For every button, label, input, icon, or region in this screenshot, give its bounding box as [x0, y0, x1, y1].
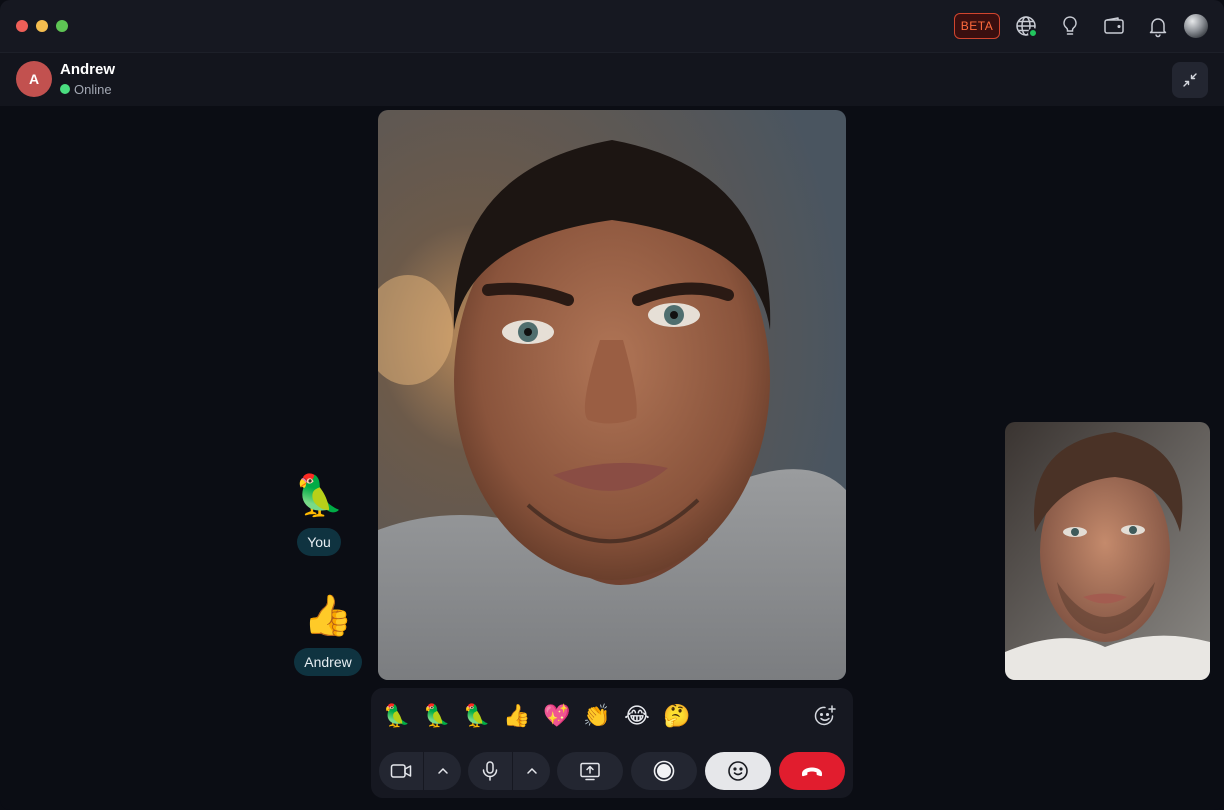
reactions-button[interactable] [705, 752, 771, 790]
contact-name: Andrew [60, 61, 116, 78]
microphone-options-button[interactable] [513, 752, 550, 790]
connection-status-dot [1028, 28, 1038, 38]
minimize-call-button[interactable] [1172, 62, 1208, 98]
close-window-button[interactable] [16, 20, 28, 32]
reaction-sender-label: You [297, 528, 341, 556]
record-icon [653, 760, 675, 782]
emoji-reaction-button[interactable]: 🦜 [419, 698, 455, 734]
emoji-reaction-button[interactable]: 🤔 [659, 698, 695, 734]
reaction-andrew: 👍 Andrew [294, 594, 362, 676]
wallet-icon[interactable] [1102, 14, 1126, 38]
share-screen-button[interactable] [557, 752, 623, 790]
contact-avatar: A [16, 61, 52, 97]
online-status-dot [60, 84, 70, 94]
reaction-sender-label: Andrew [294, 648, 362, 676]
profile-avatar[interactable] [1184, 14, 1208, 38]
emoji-reaction-button[interactable]: 👏 [579, 698, 615, 734]
self-video [1005, 422, 1210, 680]
maximize-window-button[interactable] [56, 20, 68, 32]
reaction-you: 🦜 You [294, 474, 344, 556]
lightbulb-icon[interactable] [1058, 14, 1082, 38]
microphone-icon [482, 761, 498, 781]
camera-options-button[interactable] [424, 752, 461, 790]
reaction-emoji: 👍 [303, 594, 353, 638]
add-reaction-icon[interactable] [811, 702, 839, 730]
video-camera-icon [390, 764, 412, 778]
emoji-reaction-button[interactable]: 💖 [539, 698, 575, 734]
remote-video [378, 110, 846, 680]
call-controls-dock: 🦜 🦜 🦜 👍 💖 👏 😂 🤔 [371, 688, 853, 798]
smiley-icon [728, 761, 748, 781]
beta-badge: BETA [954, 13, 1000, 39]
camera-control-group [379, 752, 461, 790]
chevron-up-icon [437, 767, 448, 774]
call-header: A Andrew Online [0, 52, 1224, 106]
screen-share-icon [580, 762, 600, 781]
minimize-window-button[interactable] [36, 20, 48, 32]
chevron-up-icon [526, 767, 537, 774]
reaction-emoji: 🦜 [294, 474, 344, 518]
emoji-reaction-button[interactable]: 🦜 [379, 698, 415, 734]
camera-toggle-button[interactable] [379, 752, 423, 790]
record-button[interactable] [631, 752, 697, 790]
emoji-reaction-button[interactable]: 🦜 [459, 698, 495, 734]
collapse-arrows-icon [1183, 73, 1197, 87]
microphone-toggle-button[interactable] [468, 752, 512, 790]
contact-status: Online [74, 82, 112, 97]
emoji-reaction-button[interactable]: 😂 [619, 698, 655, 734]
video-call-window: BETA A Andrew Online 🦜 You 👍 Andrew 🦜 🦜 … [0, 0, 1224, 810]
microphone-control-group [468, 752, 550, 790]
hang-up-icon [801, 767, 823, 777]
end-call-button[interactable] [779, 752, 845, 790]
bell-icon[interactable] [1146, 14, 1170, 38]
title-bar: BETA [0, 0, 1224, 52]
emoji-reaction-button[interactable]: 👍 [499, 698, 535, 734]
